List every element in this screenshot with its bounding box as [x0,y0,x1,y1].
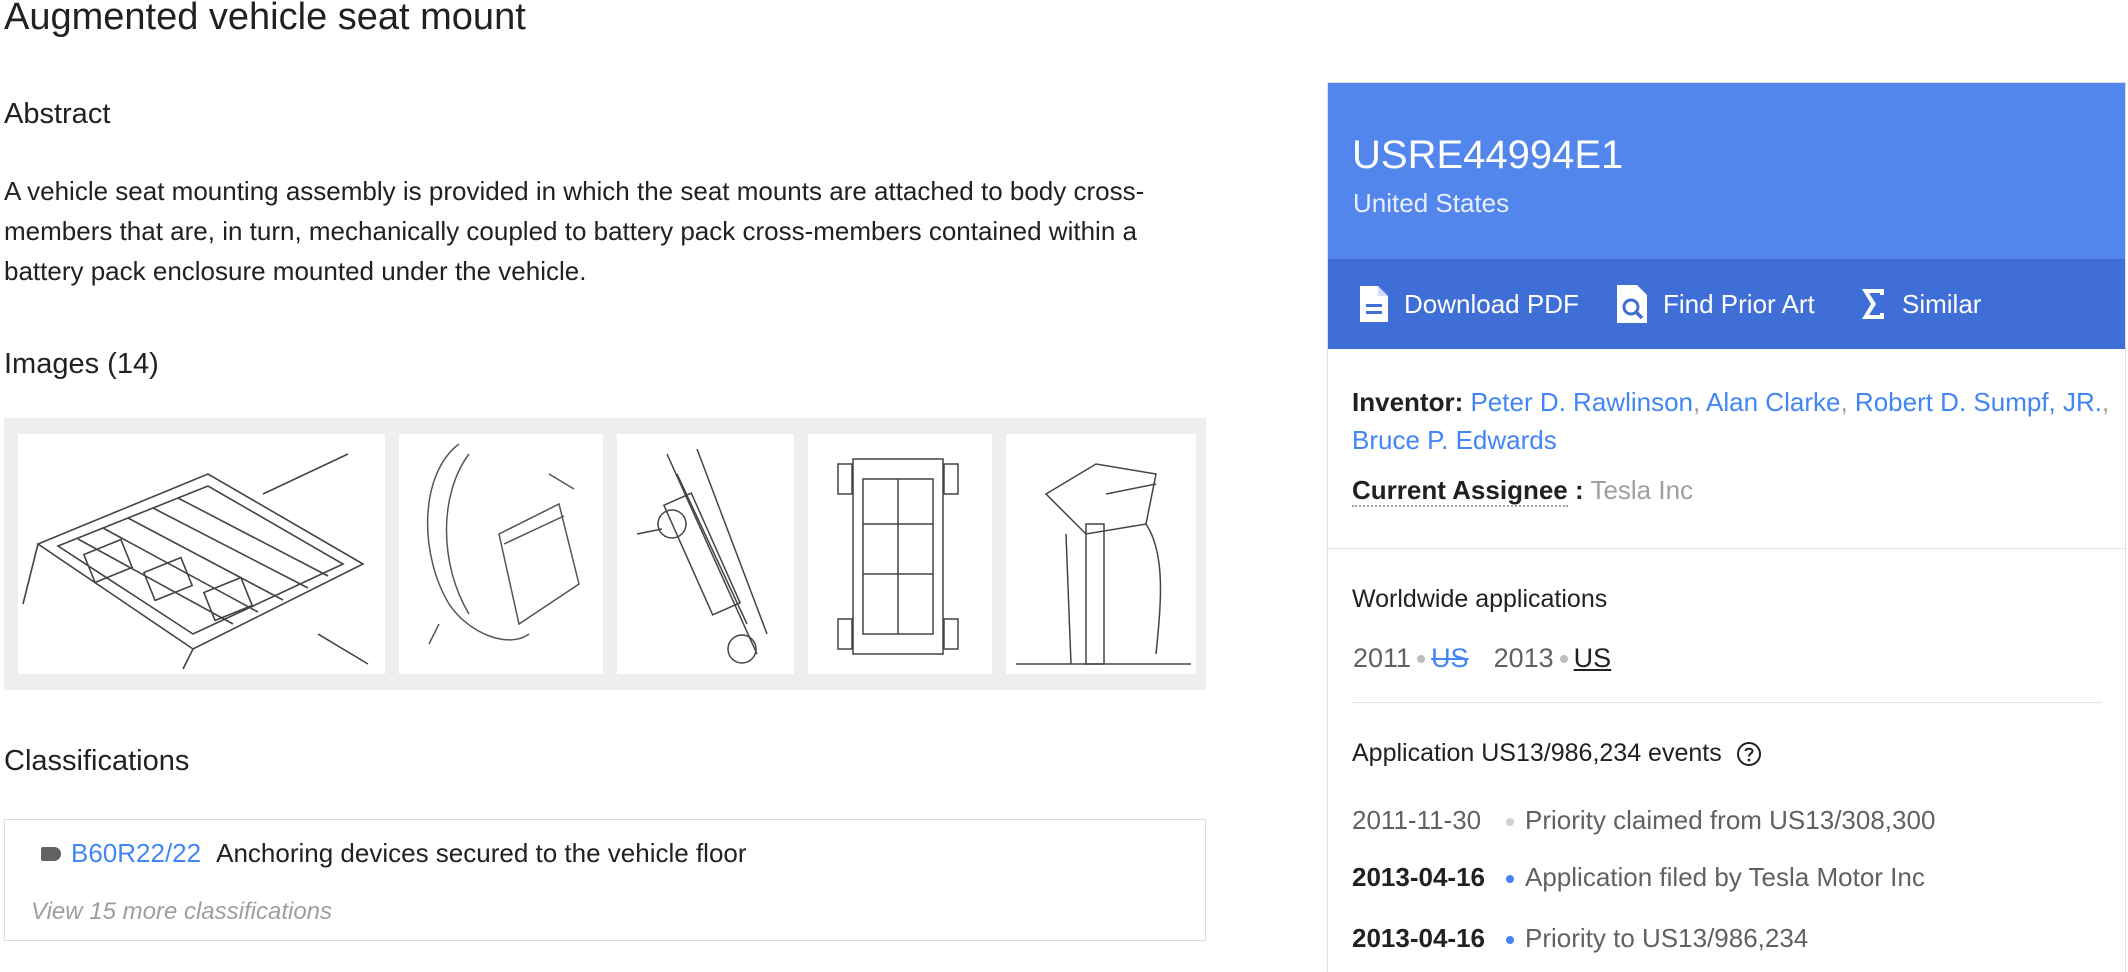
classification-row: B60R22/22 Anchoring devices secured to t… [41,838,747,869]
inventor-link[interactable]: Peter D. Rawlinson [1470,387,1693,417]
view-more-classifications-link[interactable]: View 15 more classifications [31,898,332,926]
patent-sidebar: USRE44994E1 United States Download PDF F… [1327,82,2126,972]
drawing-seat-mount [1016,463,1191,665]
page-title: Augmented vehicle seat mount [4,0,526,38]
drawing-chassis-diagonal [636,448,768,664]
sigma-icon [1862,289,1884,319]
classification-description: Anchoring devices secured to the vehicle… [216,838,747,868]
drawing-battery-chassis [22,453,369,670]
inventor-separator: , [1840,387,1848,417]
timeline-dot [1506,818,1514,826]
action-bar: Download PDF Find Prior Art Similar [1328,259,2125,349]
inventor-link[interactable]: Bruce P. Edwards [1352,425,1557,455]
download-pdf-label: Download PDF [1404,288,1579,319]
worldwide-country-link[interactable]: US [1574,643,1612,674]
worldwide-heading: Worldwide applications [1352,585,1608,613]
patent-image-thumbnail[interactable] [399,434,603,674]
event-text: Application filed by Tesla Motor Inc [1525,862,1925,892]
tag-icon [41,846,61,861]
event-text: Priority to US13/986,234 [1525,923,1809,953]
inventor-link[interactable]: Robert D. Sumpf, JR. [1855,387,2102,417]
patent-image-thumbnail[interactable] [1006,434,1196,674]
assignee-line: Current Assignee : Tesla Inc [1352,475,1694,507]
inventor-label: Inventor: [1352,387,1464,417]
classifications-heading: Classifications [4,745,190,777]
document-icon [1360,286,1388,322]
event-date: 2013-04-16 [1352,862,1485,892]
publication-country: United States [1353,188,1510,218]
events-heading: Application US13/986,234 events [1352,739,1722,767]
section-divider [1328,548,2125,549]
event-text: Priority claimed from US13/308,300 [1525,805,1936,835]
worldwide-year: 2013 [1493,643,1554,673]
assignee-label[interactable]: Current Assignee [1352,475,1568,507]
similar-label: Similar [1902,288,1982,319]
worldwide-year: 2011 [1353,643,1412,673]
event-date: 2013-04-16 [1352,923,1485,953]
worldwide-applications-row: 2011 US 2013 US [1353,643,1611,674]
find-prior-art-label: Find Prior Art [1663,288,1815,319]
events-heading-row: Application US13/986,234 events [1352,739,1762,768]
similar-button[interactable]: Similar [1858,259,1981,349]
document-search-icon [1617,285,1647,323]
inventor-line: Inventor: Peter D. Rawlinson, Alan Clark… [1352,383,2112,459]
dot-separator [1559,654,1568,663]
patent-header: USRE44994E1 United States [1328,83,2125,259]
timeline-dot [1506,875,1514,883]
inventor-separator: , [2102,387,2110,417]
inventor-link[interactable]: Alan Clarke [1706,387,1840,417]
classification-code-link[interactable]: B60R22/22 [71,838,201,869]
help-icon[interactable] [1736,741,1762,767]
event-date: 2011-11-30 [1352,805,1482,835]
assignee-value: Tesla Inc [1590,475,1694,505]
worldwide-country-link[interactable]: US [1431,643,1469,674]
download-pdf-button[interactable]: Download PDF [1358,259,1579,349]
abstract-text: A vehicle seat mounting assembly is prov… [4,176,1145,286]
find-prior-art-button[interactable]: Find Prior Art [1615,259,1815,349]
publication-number: USRE44994E1 [1352,133,1624,177]
patent-image-thumbnail[interactable] [18,434,385,674]
abstract-heading: Abstract [4,98,111,130]
timeline-dot [1506,936,1514,944]
inventor-separator: , [1693,387,1701,417]
image-carousel[interactable] [4,418,1206,690]
patent-image-thumbnail[interactable] [617,434,794,674]
drawing-chassis-top [837,458,959,655]
images-heading: Images (14) [4,348,159,380]
assignee-colon: : [1575,475,1584,505]
dot-separator [1417,654,1426,663]
drawing-vehicle-side [426,443,580,645]
section-divider [1352,702,2102,703]
classifications-box: B60R22/22 Anchoring devices secured to t… [4,819,1206,941]
patent-image-thumbnail[interactable] [808,434,992,674]
